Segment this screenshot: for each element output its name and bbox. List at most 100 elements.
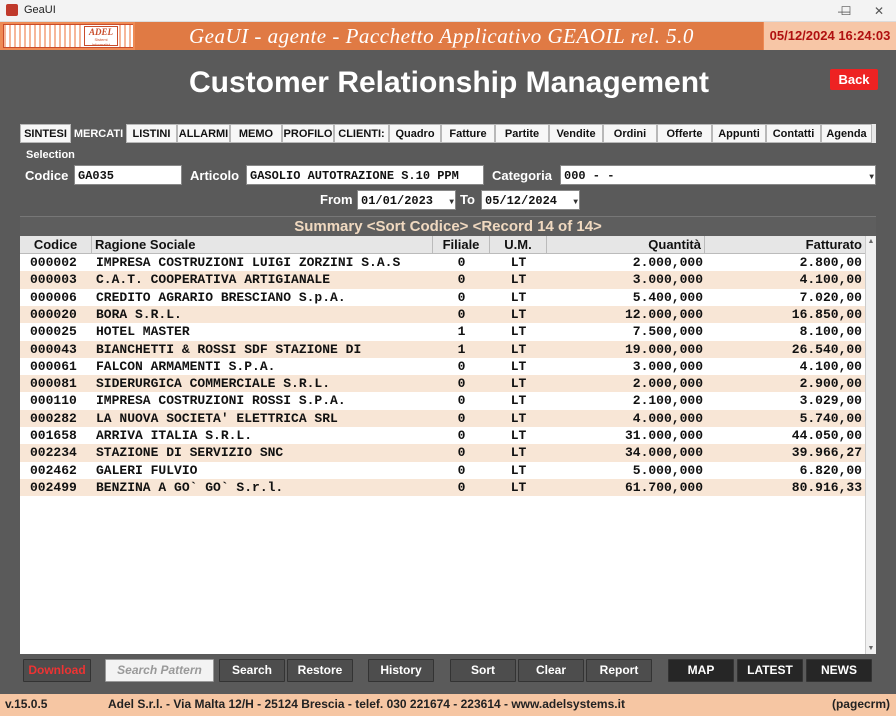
cell-um: LT	[510, 324, 527, 340]
cell-fatturato: 2.800,00	[799, 255, 862, 270]
latest-button[interactable]: LATEST	[737, 659, 803, 682]
cell-um: LT	[510, 479, 527, 495]
page-code: (pagecrm)	[831, 697, 890, 711]
vertical-scrollbar[interactable]: ▲ ▼	[865, 236, 876, 654]
tab-vendite[interactable]: Vendite	[549, 124, 603, 143]
table-row[interactable]: 002462 GALERI FULVIO 0 LT 5.000,000 6.820,00	[20, 462, 865, 479]
cell-um: LT	[510, 393, 527, 409]
chevron-down-icon[interactable]: ▼	[573, 193, 578, 209]
articolo-field[interactable]: GASOLIO AUTOTRAZIONE S.10 PPM	[246, 165, 484, 185]
table-row[interactable]: 000061 FALCON ARMAMENTI S.P.A. 0 LT 3.000,00…	[20, 358, 865, 375]
tab-agenda[interactable]: Agenda	[821, 124, 872, 143]
table-row[interactable]: 000282 LA NUOVA SOCIETA' ELETTRICA SRL 0 LT…	[20, 409, 865, 427]
table-row[interactable]: 000006 CREDITO AGRARIO BRESCIANO S.p.A. 0 L…	[20, 289, 865, 306]
history-button[interactable]: History	[368, 659, 434, 682]
cell-filiale: 0	[457, 410, 466, 426]
to-date-field[interactable]: 05/12/2024 ▼	[481, 190, 580, 210]
cell-filiale: 0	[457, 376, 466, 392]
chevron-down-icon[interactable]: ▼	[449, 193, 454, 209]
cell-um: LT	[510, 255, 527, 270]
cell-fatturato: 26.540,00	[791, 341, 862, 357]
company-address: Adel S.r.l. - Via Malta 12/H - 25124 Bre…	[108, 697, 625, 711]
map-button[interactable]: MAP	[668, 659, 734, 682]
table-row[interactable]: 002234 STAZIONE DI SERVIZIO SNC 0 LT 34.000,…	[20, 444, 865, 462]
chevron-down-icon[interactable]: ▼	[869, 168, 874, 184]
table-row[interactable]: 002499 BENZINA A GO` GO` S.r.l. 0 LT 61.700,…	[20, 478, 865, 497]
table-row[interactable]: 000110 IMPRESA COSTRUZIONI ROSSI S.P.A. 0 L…	[20, 392, 865, 409]
cell-um: LT	[510, 341, 527, 357]
tab-profilo[interactable]: PROFILO	[282, 124, 334, 143]
table-row[interactable]: 000043 BIANCHETTI & ROSSI SDF STAZIONE DI…	[20, 340, 865, 358]
restore-button[interactable]: Restore	[287, 659, 353, 682]
tab-memo[interactable]: MEMO	[230, 124, 282, 143]
tab-listini[interactable]: LISTINI	[126, 124, 177, 143]
column-header-fatturato[interactable]: Fatturato	[705, 236, 865, 254]
clear-button[interactable]: Clear	[518, 659, 584, 682]
cell-filiale: 1	[457, 324, 466, 340]
cell-filiale: 0	[457, 289, 466, 305]
codice-label: Codice	[25, 168, 69, 183]
report-button[interactable]: Report	[586, 659, 652, 682]
table-row[interactable]: 001658 ARRIVA ITALIA S.R.L. 0 LT 31.000,000 4…	[20, 427, 865, 444]
app-icon	[6, 4, 18, 16]
tab-offerte[interactable]: Offerte	[657, 124, 712, 143]
cell-ragione-sociale: SIDERURGICA COMMERCIALE S.R.L.	[96, 376, 331, 392]
tab-contatti[interactable]: Contatti	[766, 124, 821, 143]
tab-fatture[interactable]: Fatture	[441, 124, 495, 143]
categoria-select[interactable]: 000 - - ▼	[560, 165, 876, 185]
tab-quadro[interactable]: Quadro	[389, 124, 441, 143]
column-header-um[interactable]: U.M.	[490, 236, 547, 254]
search-button[interactable]: Search	[219, 659, 285, 682]
cell-codice: 000002	[30, 255, 77, 270]
table-row[interactable]: 000020 BORA S.R.L. 0 LT 12.000,000 16.850,00	[20, 305, 865, 324]
column-header-quantita[interactable]: Quantità	[547, 236, 705, 254]
scroll-down-icon[interactable]: ▼	[866, 645, 876, 652]
window-title: GeaUI	[24, 4, 56, 16]
tab-ordini[interactable]: Ordini	[603, 124, 657, 143]
cell-um: LT	[510, 358, 527, 374]
column-header-codice[interactable]: Codice	[20, 236, 92, 254]
tab-sintesi[interactable]: SINTESI	[20, 124, 71, 143]
table-row[interactable]: 000002 IMPRESA COSTRUZIONI LUIGI ZORZINI …	[20, 254, 865, 271]
articolo-label: Articolo	[190, 168, 240, 183]
news-button[interactable]: NEWS	[806, 659, 872, 682]
back-button[interactable]: Back	[830, 69, 878, 90]
close-button[interactable]: ✕	[862, 0, 896, 22]
cell-um: LT	[510, 410, 527, 426]
tab-allarmi[interactable]: ALLARMI	[177, 124, 230, 143]
to-label: To	[460, 192, 475, 207]
cell-quantita: 2.000,000	[632, 255, 703, 270]
sort-button[interactable]: Sort	[450, 659, 516, 682]
table-row[interactable]: 000025 HOTEL MASTER 1 LT 7.500,000 8.100,00	[20, 323, 865, 340]
cell-codice: 000003	[30, 272, 77, 288]
tab-partite[interactable]: Partite	[495, 124, 549, 143]
cell-codice: 000061	[30, 358, 77, 374]
cell-ragione-sociale: FALCON ARMAMENTI S.P.A.	[96, 358, 276, 374]
column-header-ragione-sociale[interactable]: Ragione Sociale	[92, 236, 433, 254]
from-label: From	[320, 192, 353, 207]
from-date-value: 01/01/2023	[361, 194, 434, 208]
from-date-field[interactable]: 01/01/2023 ▼	[357, 190, 456, 210]
cell-fatturato: 39.966,27	[791, 445, 862, 461]
app-title: GeaUI - agente - Pacchetto Applicativo G…	[135, 22, 763, 50]
cell-um: LT	[510, 462, 527, 478]
search-pattern-input[interactable]: Search Pattern	[105, 659, 214, 682]
cell-codice: 000110	[30, 393, 77, 409]
tab-mercati[interactable]: MERCATI	[71, 124, 126, 143]
cell-codice: 000006	[30, 289, 77, 305]
cell-codice: 001658	[30, 428, 77, 443]
download-button[interactable]: Download	[23, 659, 91, 682]
codice-field[interactable]: GA035	[74, 165, 182, 185]
tab-clienti[interactable]: CLIENTI:	[334, 124, 389, 143]
maximize-button[interactable]: ☐	[829, 0, 863, 22]
tab-appunti[interactable]: Appunti	[712, 124, 766, 143]
scroll-up-icon[interactable]: ▲	[866, 238, 876, 245]
cell-ragione-sociale: HOTEL MASTER	[96, 324, 190, 340]
app-header: ADEL Sistemi Informativi GeaUI - agente …	[0, 22, 896, 50]
column-header-filiale[interactable]: Filiale	[433, 236, 490, 254]
cell-fatturato: 44.050,00	[791, 428, 862, 443]
cell-codice: 002234	[30, 445, 77, 461]
cell-fatturato: 6.820,00	[799, 462, 862, 478]
table-row[interactable]: 000003 C.A.T. COOPERATIVA ARTIGIANALE 0 LT 3…	[20, 271, 865, 289]
table-row[interactable]: 000081 SIDERURGICA COMMERCIALE S.R.L. 0 LT 2…	[20, 375, 865, 393]
